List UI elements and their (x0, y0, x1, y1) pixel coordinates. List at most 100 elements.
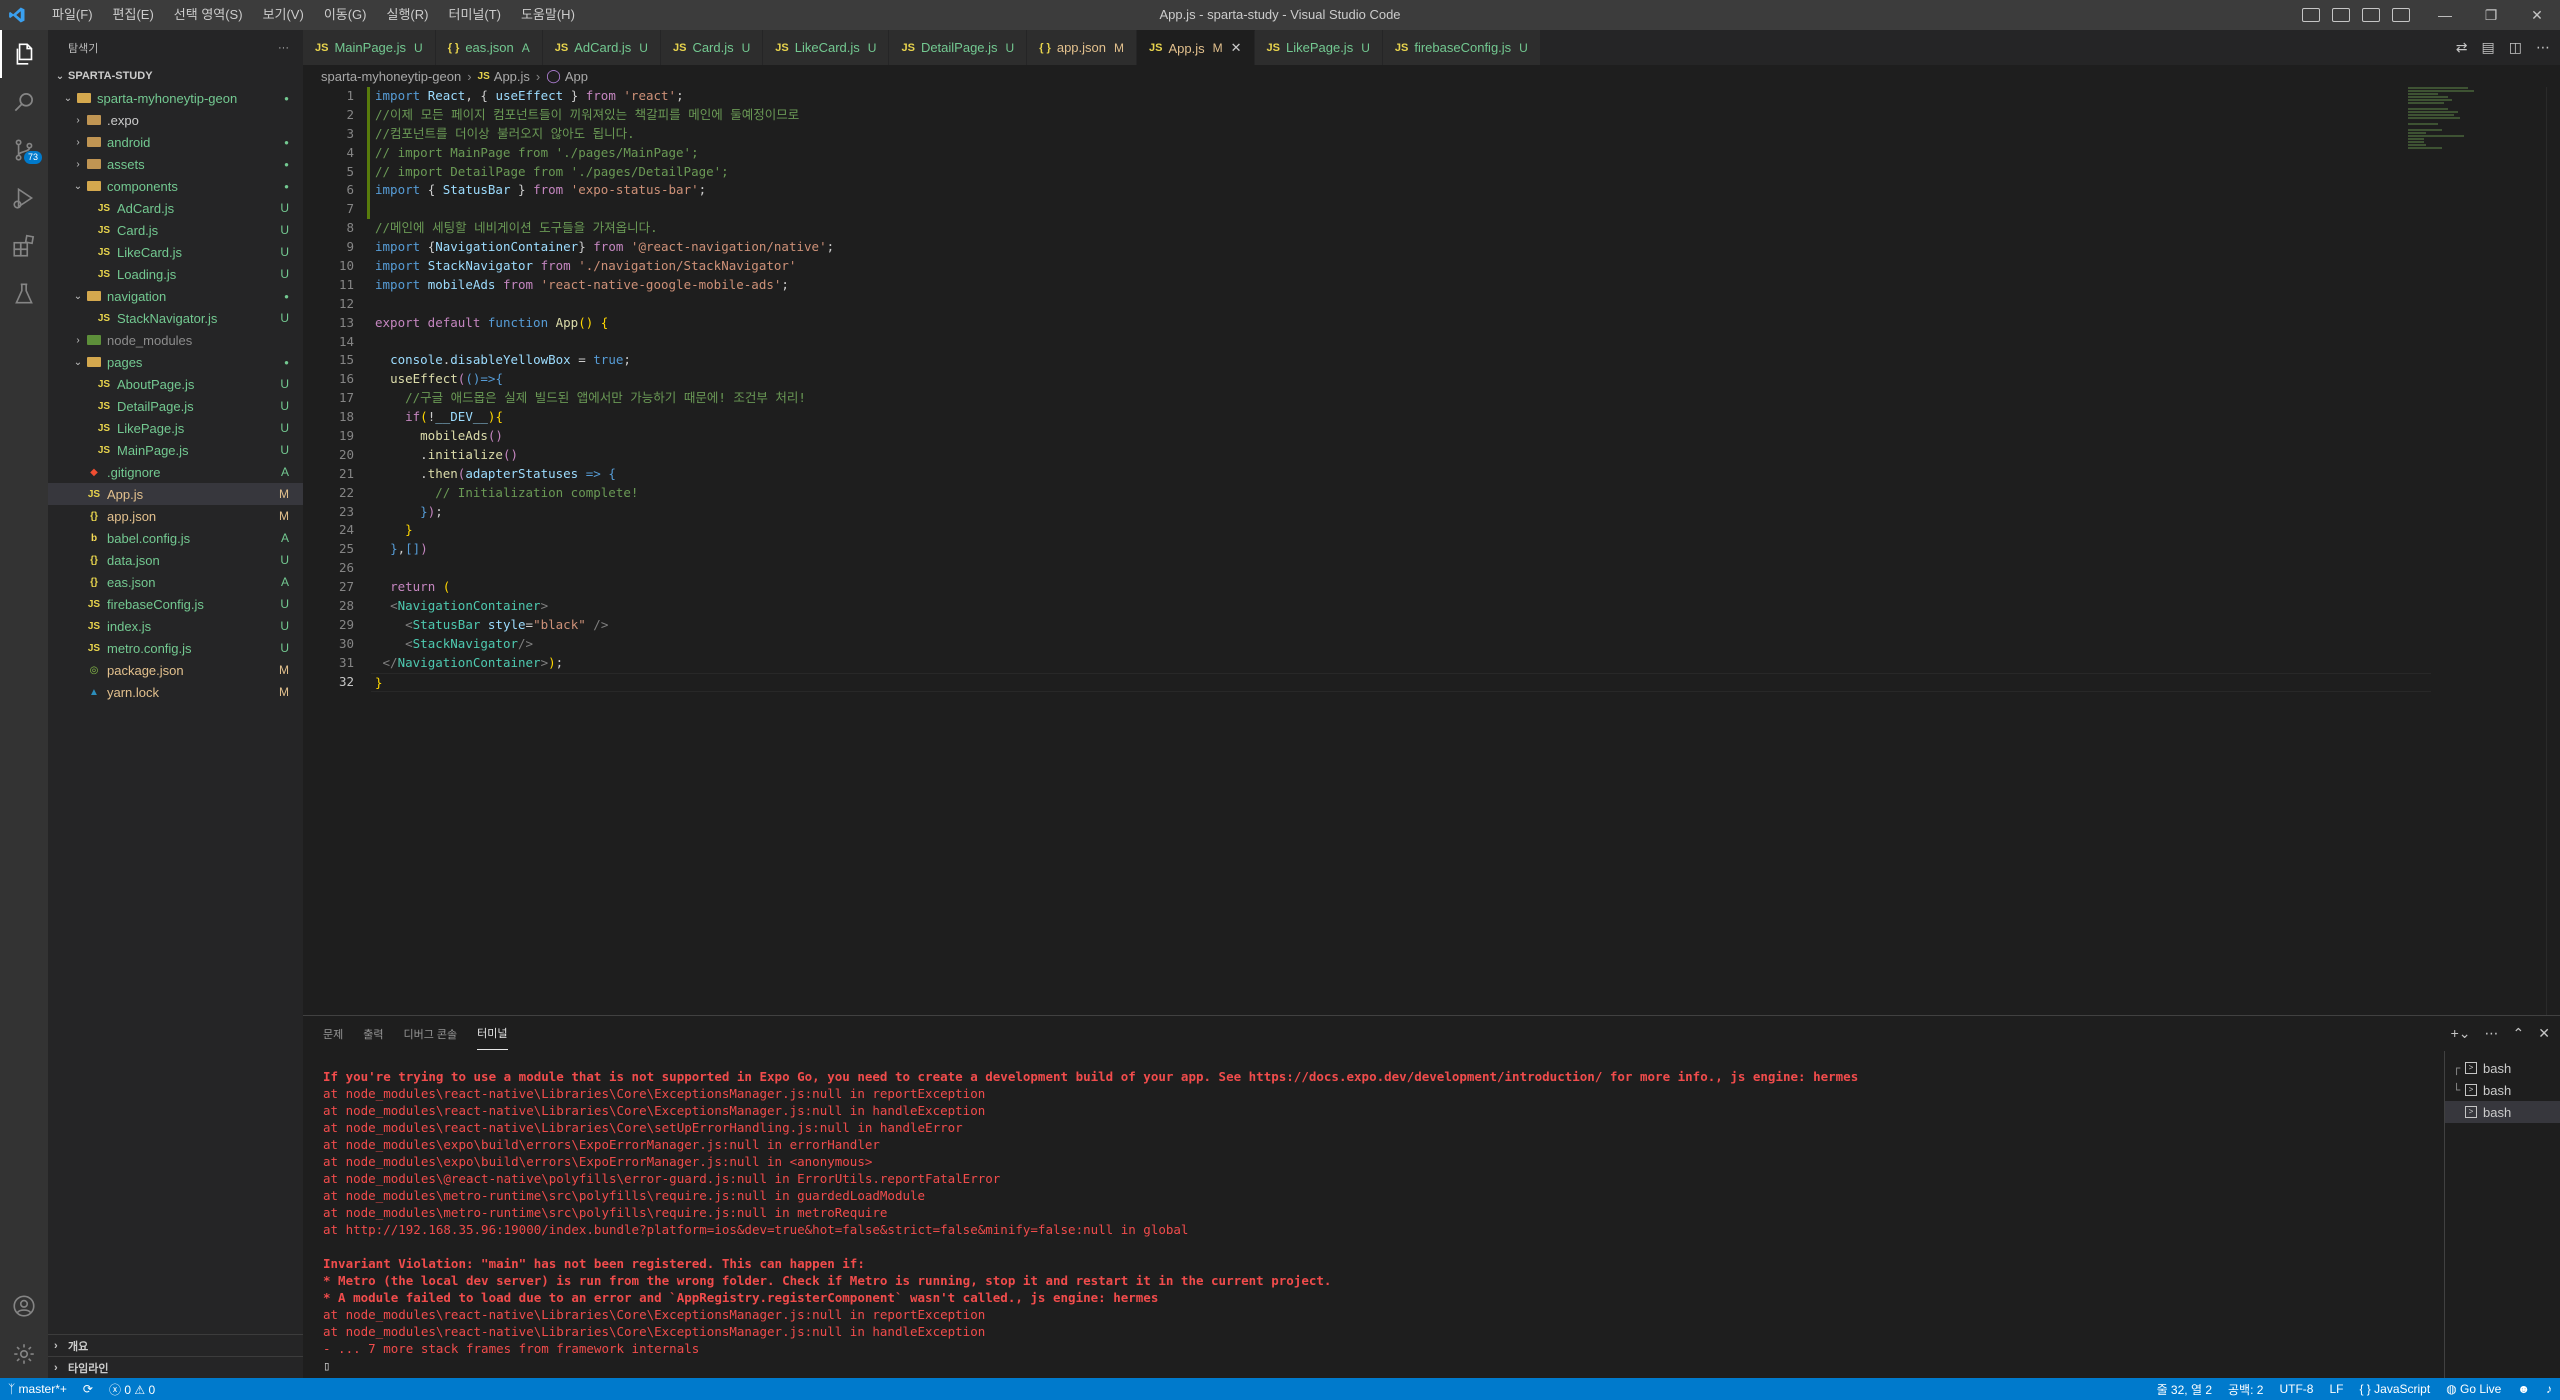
problems-indicator[interactable]: ⓧ 0 ⚠ 0 (101, 1381, 163, 1398)
end-of-line[interactable]: LF (2321, 1382, 2351, 1396)
tree-file[interactable]: JS StackNavigator.js U (48, 307, 303, 329)
code-line[interactable]: ​ (371, 559, 2471, 578)
panel-tab[interactable]: 출력 (363, 1018, 383, 1050)
code-line[interactable]: <NavigationContainer> (371, 597, 2471, 616)
tree-file[interactable]: ◎ package.json M (48, 659, 303, 681)
tree-folder[interactable]: ⌄ pages ● (48, 351, 303, 373)
testing-activity[interactable] (0, 270, 48, 318)
code-line[interactable]: useEffect(()=>{ (371, 370, 2471, 389)
code-line[interactable]: .initialize() (371, 446, 2471, 465)
code-line[interactable]: //컴포넌트를 더이상 불러오지 않아도 됩니다. (371, 125, 2471, 144)
workspace-root[interactable]: ⌄ SPARTA-STUDY (48, 65, 303, 87)
panel-more-icon[interactable]: ⋯ (2485, 1025, 2499, 1042)
editor-tab[interactable]: JS MainPage.js U (303, 30, 436, 65)
code-editor[interactable]: 1 2 3 4 5 6 7 8 9 10 11 12 13 14 15 16 17 18 19 20 21 22 23 24 2… (303, 87, 2560, 1015)
terminal-output[interactable]: If you're trying to use a module that is… (323, 1068, 2423, 1374)
tree-folder[interactable]: › assets ● (48, 153, 303, 175)
code-line[interactable]: // import DetailPage from './pages/Detai… (371, 163, 2471, 182)
toggle-panel-icon[interactable] (2332, 8, 2350, 22)
code-line[interactable]: ​ (371, 200, 2471, 219)
tree-folder[interactable]: › .expo (48, 109, 303, 131)
code-line[interactable]: import React, { useEffect } from 'react'… (371, 87, 2471, 106)
code-line[interactable]: //이제 모든 페이지 컴포넌트들이 끼워져있는 책갈피를 메인에 둘예정이므로 (371, 106, 2471, 125)
tree-file[interactable]: JS MainPage.js U (48, 439, 303, 461)
code-line[interactable]: <StatusBar style="black" /> (371, 616, 2471, 635)
panel-tab[interactable]: 터미널 (477, 1017, 508, 1050)
customize-layout-icon[interactable] (2392, 8, 2410, 22)
toggle-secondary-sidebar-icon[interactable] (2362, 8, 2380, 22)
toggle-sidebar-icon[interactable] (2302, 8, 2320, 22)
tree-file[interactable]: JS Loading.js U (48, 263, 303, 285)
tree-file[interactable]: JS AboutPage.js U (48, 373, 303, 395)
code-line[interactable]: </NavigationContainer>); (371, 654, 2471, 673)
code-line[interactable]: if(!__DEV__){ (371, 408, 2471, 427)
tree-folder[interactable]: ⌄ navigation ● (48, 285, 303, 307)
code-line[interactable]: },[]) (371, 540, 2471, 559)
code-line[interactable]: .then(adapterStatuses => { (371, 465, 2471, 484)
menu-item[interactable]: 파일(F) (42, 0, 103, 30)
run-debug-activity[interactable] (0, 174, 48, 222)
tree-file[interactable]: JS firebaseConfig.js U (48, 593, 303, 615)
tree-file[interactable]: ◆ .gitignore A (48, 461, 303, 483)
code-line[interactable]: }); (371, 503, 2471, 522)
code-line[interactable]: //구글 애드몹은 실제 빌드된 앱에서만 가능하기 때문에! 조건부 처리! (371, 389, 2471, 408)
accounts-activity[interactable] (0, 1282, 48, 1330)
tree-folder[interactable]: ⌄ sparta-myhoneytip-geon ● (48, 87, 303, 109)
code-line[interactable]: import { StatusBar } from 'expo-status-b… (371, 181, 2471, 200)
editor-tab[interactable]: JS Card.js U (660, 30, 764, 65)
tree-folder[interactable]: › node_modules (48, 329, 303, 351)
language-mode[interactable]: { } JavaScript (2351, 1382, 2438, 1396)
code-line[interactable]: import StackNavigator from './navigation… (371, 257, 2471, 276)
timeline-section[interactable]: › 타임라인 (48, 1356, 303, 1378)
editor-tab[interactable]: JS firebaseConfig.js U (1382, 30, 1541, 65)
code-line[interactable]: ​ (371, 333, 2471, 352)
panel-tab[interactable]: 디버그 콘솔 (404, 1018, 458, 1050)
code-line[interactable]: console.disableYellowBox = true; (371, 351, 2471, 370)
editor-tab[interactable]: { } eas.json A (435, 30, 543, 65)
explorer-activity[interactable] (0, 30, 48, 78)
code-line[interactable]: mobileAds() (371, 427, 2471, 446)
terminal-session[interactable]: > bash (2445, 1101, 2560, 1123)
editor-tab[interactable]: { } app.json M (1027, 30, 1137, 65)
menu-item[interactable]: 선택 영역(S) (164, 0, 253, 30)
code-line[interactable]: //메인에 세팅할 네비게이션 도구들을 가져옵니다. (371, 219, 2471, 238)
tree-file[interactable]: JS metro.config.js U (48, 637, 303, 659)
code-line[interactable]: import {NavigationContainer} from '@reac… (371, 238, 2471, 257)
minimap[interactable] (2408, 87, 2478, 167)
menu-item[interactable]: 보기(V) (253, 0, 314, 30)
tree-file[interactable]: JS DetailPage.js U (48, 395, 303, 417)
extensions-activity[interactable] (0, 222, 48, 270)
menu-item[interactable]: 도움말(H) (511, 0, 585, 30)
code-content[interactable]: import React, { useEffect } from 'react'… (371, 87, 2471, 692)
tree-folder[interactable]: ⌄ components ● (48, 175, 303, 197)
code-line[interactable]: // Initialization complete! (371, 484, 2471, 503)
breadcrumb-file[interactable]: App.js (494, 69, 530, 84)
split-editor-icon[interactable]: ◫ (2509, 39, 2522, 56)
accounts-icon[interactable]: ☻ (2509, 1382, 2538, 1396)
code-line[interactable]: ​ (371, 295, 2471, 314)
panel-tab[interactable]: 문제 (323, 1018, 343, 1050)
menu-item[interactable]: 편집(E) (103, 0, 164, 30)
menu-item[interactable]: 이동(G) (314, 0, 377, 30)
open-changes-icon[interactable]: ▤ (2482, 39, 2495, 56)
tree-file[interactable]: JS App.js M (48, 483, 303, 505)
breadcrumb-folder[interactable]: sparta-myhoneytip-geon (321, 69, 461, 84)
sync-icon[interactable]: ⟳ (75, 1382, 101, 1396)
code-line[interactable]: // import MainPage from './pages/MainPag… (371, 144, 2471, 163)
code-line[interactable]: export default function App() { (371, 314, 2471, 333)
manage-activity[interactable] (0, 1330, 48, 1378)
editor-scrollbar[interactable] (2546, 87, 2560, 1015)
new-terminal-icon[interactable]: +⌄ (2451, 1025, 2471, 1042)
terminal-session[interactable]: └ > bash (2445, 1079, 2560, 1101)
close-window-button[interactable]: ✕ (2514, 0, 2560, 30)
tree-file[interactable]: JS LikePage.js U (48, 417, 303, 439)
explorer-more-button[interactable]: ··· (278, 42, 289, 54)
breadcrumb-symbol[interactable]: App (565, 69, 588, 84)
restore-button[interactable]: ❐ (2468, 0, 2514, 30)
code-line[interactable]: <StackNavigator/> (371, 635, 2471, 654)
tree-file[interactable]: JS LikeCard.js U (48, 241, 303, 263)
tree-file[interactable]: ▲ yarn.lock M (48, 681, 303, 703)
close-panel-icon[interactable]: ✕ (2538, 1025, 2550, 1042)
tree-file[interactable]: {} app.json M (48, 505, 303, 527)
editor-tab[interactable]: JS LikePage.js U (1254, 30, 1383, 65)
